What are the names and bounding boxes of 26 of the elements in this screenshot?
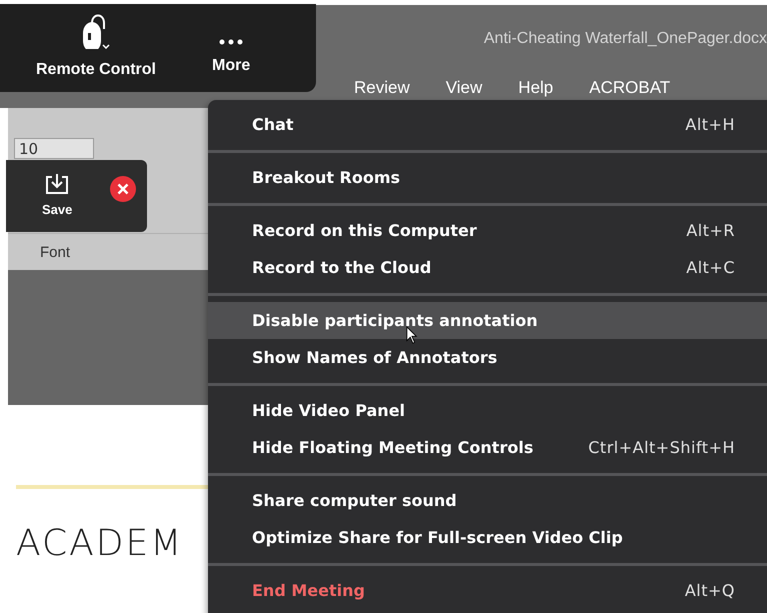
- menu-item[interactable]: Optimize Share for Full-screen Video Clip: [208, 519, 767, 556]
- more-icon: [219, 39, 244, 45]
- ribbon-tab[interactable]: Help: [518, 78, 554, 98]
- ribbon-group-label: Font: [40, 244, 70, 260]
- download-icon: [44, 172, 70, 196]
- menu-item[interactable]: Disable participants annotation: [208, 302, 767, 339]
- ribbon-tab[interactable]: ACROBAT: [589, 78, 670, 98]
- menu-item[interactable]: Record on this Computer Alt+R: [208, 212, 767, 249]
- save-button[interactable]: Save: [36, 170, 78, 219]
- ribbon-tab[interactable]: View: [446, 78, 482, 98]
- menu-item[interactable]: Hide Video Panel: [208, 392, 767, 429]
- menu-item[interactable]: Share computer sound: [208, 482, 767, 519]
- menu-item[interactable]: Show Names of Annotators: [208, 339, 767, 376]
- mouse-icon: [82, 12, 110, 49]
- menu-item[interactable]: Record to the Cloud Alt+C: [208, 249, 767, 286]
- close-icon[interactable]: [110, 176, 136, 202]
- menu-item[interactable]: End Meeting Alt+Q: [208, 572, 767, 609]
- menu-item[interactable]: Breakout Rooms: [208, 159, 767, 196]
- menu-item[interactable]: Chat Alt+H: [208, 106, 767, 143]
- document-heading: ACADEM: [16, 523, 184, 564]
- toolbar-button[interactable]: Remote Control: [32, 4, 160, 92]
- toolbar-button[interactable]: More: [208, 4, 254, 92]
- font-size-field[interactable]: 10: [14, 138, 94, 159]
- document-title: Anti-Cheating Waterfall_OnePager.docx: [484, 30, 767, 48]
- ribbon-tab[interactable]: Review: [354, 78, 410, 98]
- menu-item[interactable]: Hide Floating Meeting Controls Ctrl+Alt+Shift+H: [208, 429, 767, 466]
